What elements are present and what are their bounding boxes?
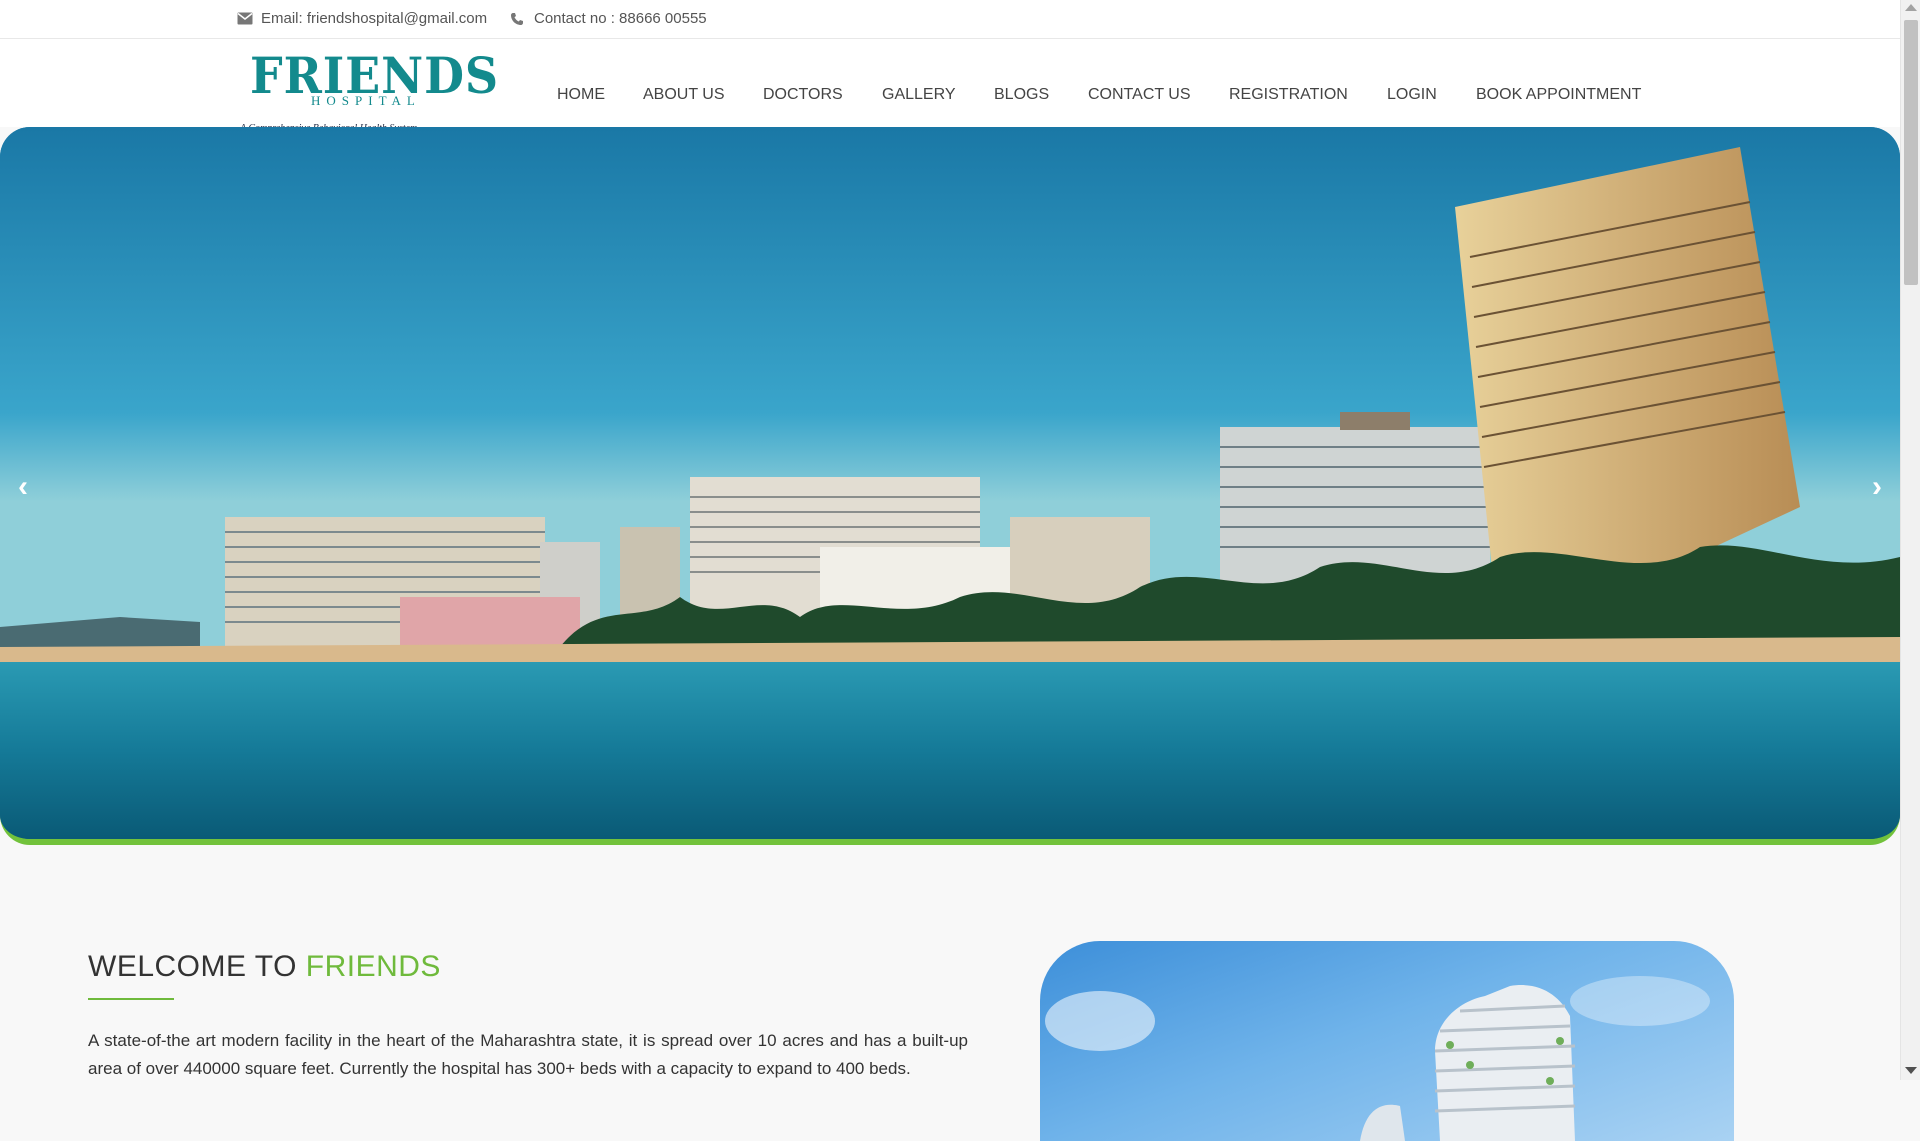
nav-home[interactable]: HOME [557, 86, 605, 104]
welcome-heading-prefix: WELCOME TO [88, 950, 306, 983]
nav-about-us[interactable]: ABOUT US [643, 86, 725, 104]
welcome-heading: WELCOME TO FRIENDS [88, 950, 441, 984]
welcome-heading-accent: FRIENDS [305, 950, 441, 983]
nav-login[interactable]: LOGIN [1387, 86, 1437, 104]
email-text: Email: friendshospital@gmail.com [261, 10, 488, 27]
phone-contact[interactable]: Contact no : 88666 00555 [510, 10, 707, 27]
header: FRIENDS HOSPITAL A Comprehensive Behavio… [0, 39, 1900, 134]
building-illustration [1045, 976, 1710, 1141]
nav-blogs[interactable]: BLOGS [994, 86, 1049, 104]
hero-slider[interactable]: ‹ › [0, 127, 1900, 845]
welcome-text: A state-of-the art modern facility in th… [88, 1031, 968, 1078]
envelope-icon [237, 12, 253, 26]
hero-cityscape-image [0, 127, 1900, 839]
scroll-down-icon[interactable] [1905, 1067, 1917, 1074]
hospital-building-image [1040, 941, 1734, 1141]
carousel-next-button[interactable]: › [1872, 472, 1882, 502]
phone-icon [510, 12, 526, 26]
nav-book-appointment[interactable]: BOOK APPOINTMENT [1476, 86, 1641, 104]
scrollbar-thumb[interactable] [1904, 20, 1918, 285]
contact-text: Contact no : 88666 00555 [534, 10, 707, 27]
welcome-underline [88, 998, 174, 1000]
vertical-scrollbar[interactable] [1900, 0, 1920, 1080]
page: Email: friendshospital@gmail.com Contact… [0, 0, 1900, 1141]
nav-contact-us[interactable]: CONTACT US [1088, 86, 1191, 104]
scroll-up-icon[interactable] [1905, 4, 1917, 11]
main-nav: HOME ABOUT US DOCTORS GALLERY BLOGS CONT… [0, 39, 1900, 127]
nav-gallery[interactable]: GALLERY [882, 86, 956, 104]
top-contact-bar: Email: friendshospital@gmail.com Contact… [0, 0, 1900, 39]
nav-doctors[interactable]: DOCTORS [763, 86, 843, 104]
carousel-prev-button[interactable]: ‹ [18, 472, 28, 502]
email-contact[interactable]: Email: friendshospital@gmail.com [237, 10, 487, 27]
nav-registration[interactable]: REGISTRATION [1229, 86, 1348, 104]
